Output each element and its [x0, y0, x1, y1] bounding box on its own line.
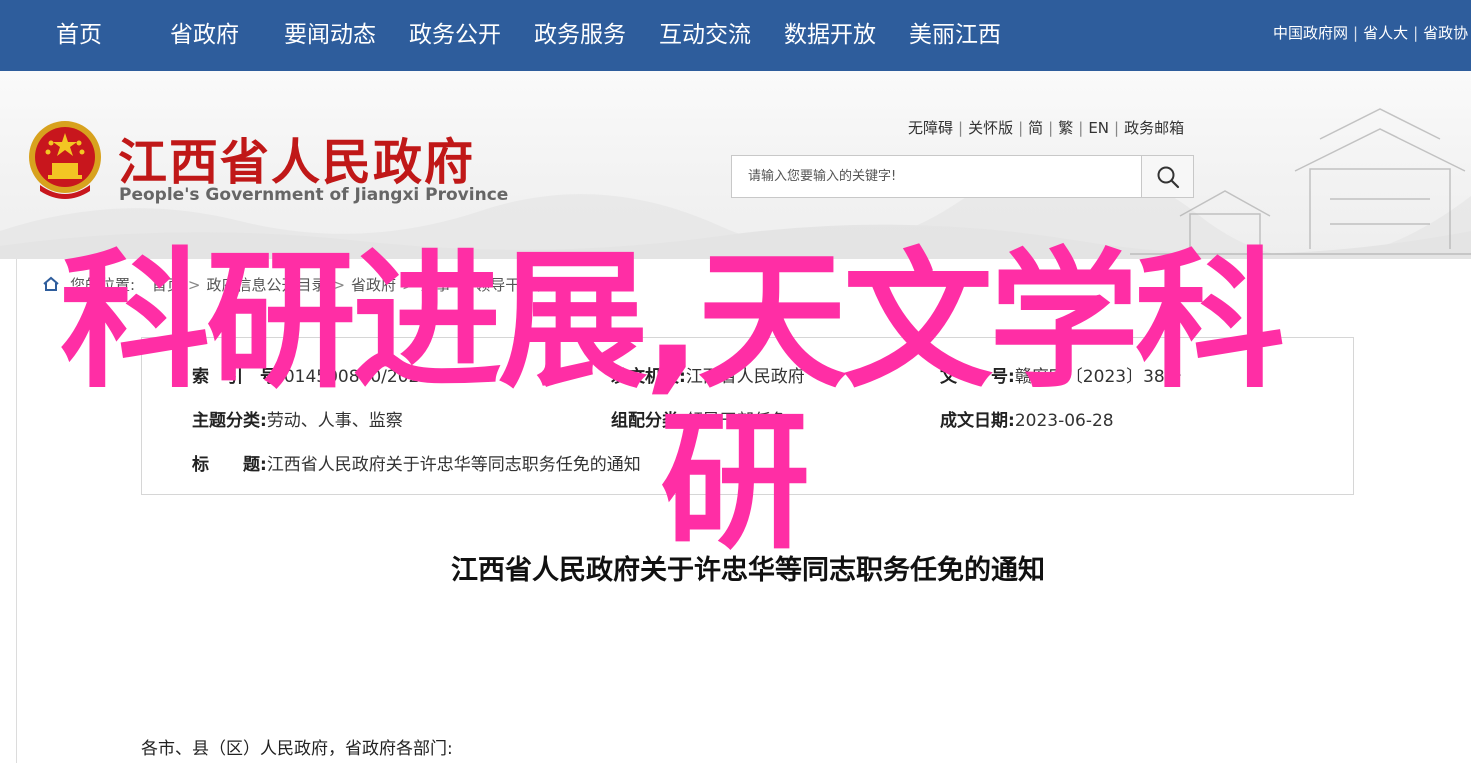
divider: |: [1078, 119, 1084, 137]
meta-subject-label: 标 题:: [192, 455, 267, 475]
overlay-headline: 科研进展,天文学科: [60, 235, 1285, 409]
site-title: 江西省人民政府: [118, 133, 476, 191]
search-box: [731, 155, 1194, 198]
meta-category-label: 主题分类:: [192, 411, 267, 431]
divider: |: [958, 119, 964, 137]
link-provincial-congress[interactable]: 省人大: [1363, 24, 1408, 42]
site-subtitle: People's Government of Jiangxi Province: [119, 185, 509, 205]
nav-item-news[interactable]: 要闻动态: [284, 0, 376, 71]
overlay-headline-continued: 研: [660, 396, 811, 570]
divider: |: [1114, 119, 1120, 137]
link-accessibility[interactable]: 无障碍: [908, 119, 953, 137]
divider: |: [1018, 119, 1024, 137]
search-button[interactable]: [1141, 156, 1193, 197]
link-provincial-cppcc[interactable]: 省政协: [1423, 24, 1468, 42]
meta-date-value: 2023-06-28: [1014, 411, 1114, 431]
divider: |: [1353, 24, 1359, 42]
meta-category-value: 劳动、人事、监察: [266, 411, 403, 431]
top-links: 中国政府网 | 省人大 | 省政协: [1273, 0, 1468, 71]
link-traditional[interactable]: 繁: [1058, 119, 1073, 137]
link-china-gov[interactable]: 中国政府网: [1273, 24, 1348, 42]
search-input[interactable]: [732, 156, 1142, 197]
site-header: 江西省人民政府 People's Government of Jiangxi P…: [0, 71, 1471, 259]
utility-links: 无障碍 | 关怀版 | 简 | 繁 | EN | 政务邮箱: [908, 117, 1184, 138]
divider: |: [1413, 24, 1419, 42]
meta-date-label: 成文日期:: [940, 411, 1015, 431]
national-emblem-icon: [29, 121, 101, 199]
nav-item-gov-services[interactable]: 政务服务: [534, 0, 626, 71]
link-english[interactable]: EN: [1088, 119, 1109, 137]
link-care-mode[interactable]: 关怀版: [968, 119, 1013, 137]
document-salutation: 各市、县（区）人民政府，省政府各部门:: [141, 739, 453, 759]
nav-item-home[interactable]: 首页: [56, 0, 102, 71]
nav-item-beautiful-jiangxi[interactable]: 美丽江西: [909, 0, 1001, 71]
top-nav: 首页 省政府 要闻动态 政务公开 政务服务 互动交流 数据开放 美丽江西 中国政…: [0, 0, 1471, 71]
nav-item-gov-affairs-open[interactable]: 政务公开: [409, 0, 501, 71]
meta-subject: 标 题:江西省人民政府关于许忠华等同志职务任免的通知: [192, 450, 641, 475]
link-simplified[interactable]: 简: [1028, 119, 1043, 137]
divider: |: [1048, 119, 1054, 137]
meta-subject-value: 江西省人民政府关于许忠华等同志职务任免的通知: [266, 455, 641, 475]
search-icon: [1157, 166, 1179, 188]
home-icon: [43, 276, 59, 291]
nav-item-open-data[interactable]: 数据开放: [784, 0, 876, 71]
link-gov-mailbox[interactable]: 政务邮箱: [1124, 119, 1184, 137]
nav-item-interaction[interactable]: 互动交流: [659, 0, 751, 71]
nav-item-provincial-gov[interactable]: 省政府: [170, 0, 239, 71]
